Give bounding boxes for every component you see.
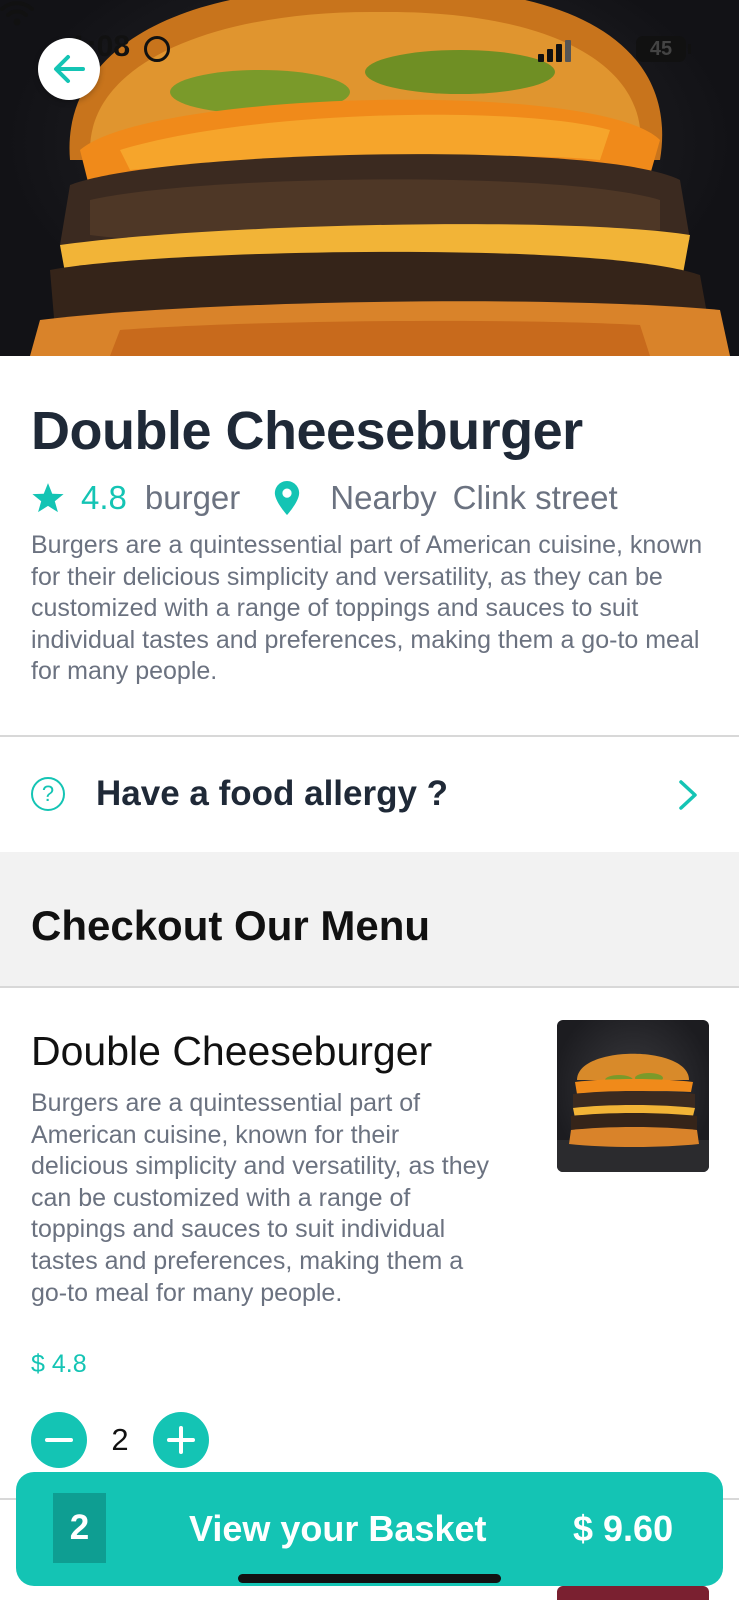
product-meta: 4.8 burger Nearby Clink street	[31, 478, 618, 518]
star-icon	[32, 483, 64, 513]
menu-item-quantity: 2	[111, 1422, 129, 1457]
divider	[0, 986, 739, 988]
basket-count-badge: 2	[53, 1493, 106, 1563]
menu-heading: Checkout Our Menu	[31, 902, 431, 949]
product-category: burger	[144, 479, 241, 516]
increase-quantity-button[interactable]	[153, 1412, 209, 1468]
product-location: Clink street	[452, 479, 618, 516]
view-basket-button[interactable]: 2 View your Basket $ 9.60	[16, 1472, 723, 1586]
product-description: Burgers are a quintessential part of Ame…	[31, 531, 703, 685]
product-rating: 4.8	[81, 479, 127, 516]
product-title: Double Cheeseburger	[31, 401, 583, 461]
basket-total: $ 9.60	[573, 1508, 674, 1549]
home-indicator	[238, 1574, 501, 1583]
hero-image: 1:08 45	[0, 0, 739, 356]
location-pin-icon	[275, 481, 300, 515]
battery-icon: 45	[636, 36, 691, 62]
status-bar: 1:08 45	[0, 0, 739, 100]
product-distance: Nearby	[330, 479, 437, 516]
menu-item-price: $ 4.8	[31, 1350, 87, 1378]
menu-item-description: Burgers are a quintessential part of Ame…	[31, 1089, 490, 1307]
arrow-left-icon	[54, 55, 85, 83]
burger-thumbnail-illustration	[557, 1053, 709, 1172]
food-allergy-label: Have a food allergy ?	[96, 774, 449, 813]
wifi-icon	[0, 1, 34, 26]
next-menu-item-thumbnail[interactable]	[557, 1586, 709, 1600]
question-circle-icon: ?	[31, 777, 65, 811]
back-button[interactable]	[38, 38, 100, 100]
food-allergy-row[interactable]: ? Have a food allergy ?	[0, 737, 739, 851]
decrease-quantity-button[interactable]	[31, 1412, 87, 1468]
chevron-right-icon[interactable]	[676, 779, 700, 811]
battery-level: 45	[649, 38, 673, 60]
globe-icon	[144, 36, 170, 62]
menu-item-title[interactable]: Double Cheeseburger	[31, 1028, 432, 1075]
menu-item-thumbnail[interactable]	[557, 1020, 709, 1172]
basket-label: View your Basket	[189, 1508, 487, 1549]
menu-section-header: Checkout Our Menu	[0, 852, 739, 988]
cellular-signal-icon	[538, 40, 571, 62]
